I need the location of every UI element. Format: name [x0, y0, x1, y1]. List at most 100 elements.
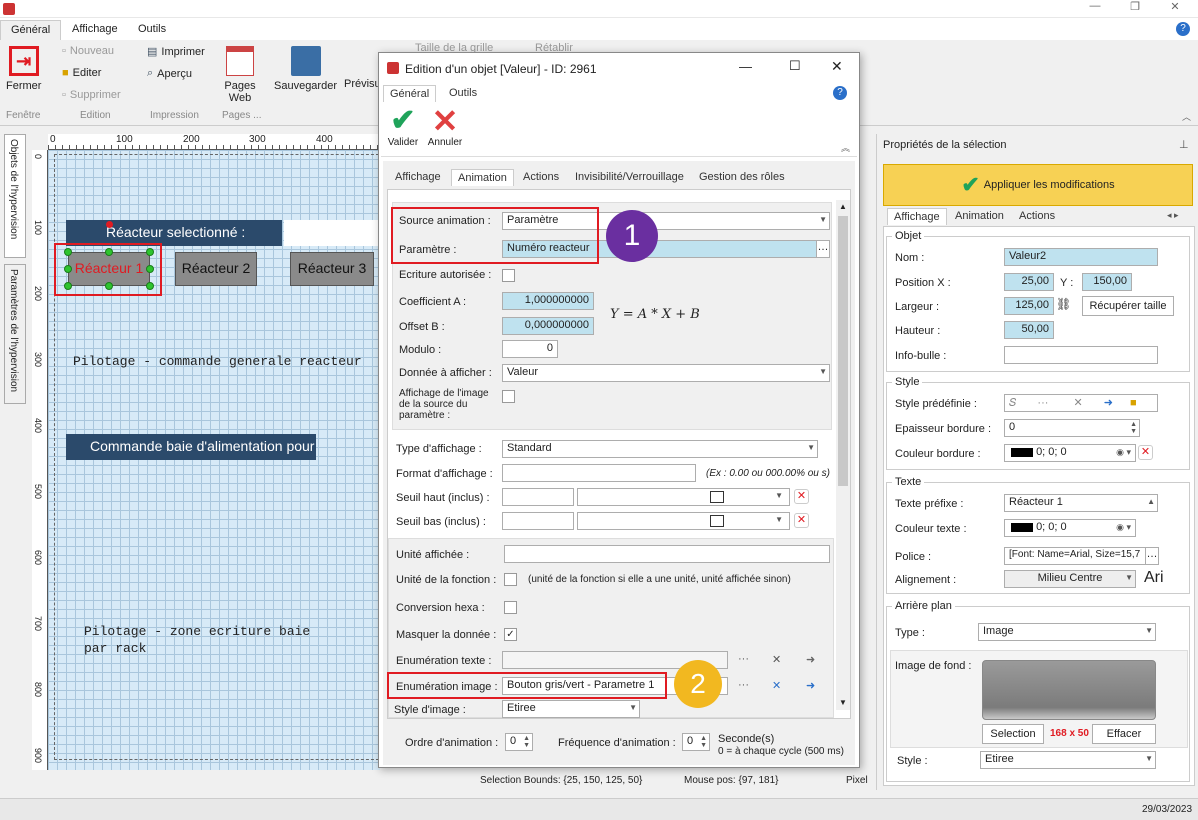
more-icon[interactable]: ··· — [1037, 397, 1048, 409]
y-field[interactable]: 150,00 — [1082, 273, 1132, 291]
hauteur-field[interactable]: 50,00 — [1004, 321, 1054, 339]
ecriture-checkbox[interactable] — [502, 269, 515, 282]
scroll-up-icon[interactable]: ▲ — [839, 202, 847, 211]
conversion-checkbox[interactable] — [504, 601, 517, 614]
maximize-button[interactable]: ❐ — [1120, 0, 1150, 14]
affichage-image-checkbox[interactable] — [502, 390, 515, 403]
folder-icon[interactable]: ■ — [1130, 397, 1137, 409]
couleur-bordure-clear-button[interactable]: ✕ — [1138, 445, 1153, 460]
recuperer-taille-button[interactable]: Récupérer taille — [1082, 296, 1174, 316]
minimize-button[interactable]: — — [1080, 0, 1110, 14]
previsu-button[interactable]: Prévisu — [344, 78, 381, 90]
fermer-button[interactable]: ⇥ Fermer — [6, 46, 41, 92]
seuil-bas-color[interactable]: ▼ — [577, 512, 790, 530]
offset-field[interactable]: 0,000000000 — [502, 317, 594, 335]
apercu-button[interactable]: ⌕ Aperçu — [147, 67, 192, 80]
largeur-field[interactable]: 125,00 — [1004, 297, 1054, 315]
inner-tab-roles[interactable]: Gestion des rôles — [693, 169, 791, 185]
couleur-bordure-field[interactable]: 0; 0; 0 ◉ ▾ — [1004, 444, 1136, 462]
prefixe-field[interactable]: Réacteur 1 ▲ — [1004, 494, 1158, 512]
seuil-haut-field[interactable] — [502, 488, 574, 506]
close-button[interactable]: ✕ — [1160, 0, 1190, 14]
infobulle-field[interactable] — [1004, 346, 1158, 364]
effacer-button[interactable]: Effacer — [1092, 724, 1156, 744]
scroll-thumb[interactable] — [838, 216, 848, 486]
tabs-scroll-icon[interactable]: ◂ ▸ — [1167, 210, 1179, 221]
format-field[interactable] — [502, 464, 696, 482]
dialog-help-icon[interactable]: ? — [833, 86, 847, 100]
posx-field[interactable]: 25,00 — [1004, 273, 1054, 291]
seuil-bas-clear-button[interactable]: ✕ — [794, 513, 809, 528]
link-ratio-icon[interactable]: ⛓ — [1056, 296, 1071, 313]
seuil-bas-field[interactable] — [502, 512, 574, 530]
toolbar-collapse-icon[interactable]: ︽ — [841, 141, 850, 154]
close-icon[interactable]: ✕ — [772, 679, 781, 692]
reactor-2-button[interactable]: Réacteur 2 — [175, 252, 257, 286]
masquer-checkbox[interactable]: ✓ — [504, 628, 517, 641]
reactor-3-button[interactable]: Réacteur 3 — [290, 252, 374, 286]
couleur-texte-field[interactable]: 0; 0; 0 ◉ ▾ — [1004, 519, 1136, 537]
police-browse-button[interactable]: … — [1145, 547, 1159, 565]
unite-affichee-field[interactable] — [504, 545, 830, 563]
inner-tab-affichage[interactable]: Affichage — [389, 169, 447, 185]
arrow-right-icon[interactable]: ➜ — [806, 679, 815, 692]
style-select[interactable]: Etiree ▼ — [980, 751, 1156, 769]
props-tab-actions[interactable]: Actions — [1013, 208, 1061, 224]
police-field[interactable]: [Font: Name=Arial, Size=15,7 — [1004, 547, 1146, 565]
arrow-right-icon[interactable]: ➜ — [1104, 397, 1113, 409]
coef-a-field[interactable]: 1,000000000 — [502, 292, 594, 310]
seuil-haut-color[interactable]: ▼ — [577, 488, 790, 506]
donnee-select[interactable]: Valeur ▼ — [502, 364, 830, 382]
tab-general[interactable]: Général — [0, 20, 62, 40]
inner-tab-animation[interactable]: Animation — [451, 169, 514, 186]
close-icon[interactable]: ✕ — [1073, 397, 1082, 409]
arrow-right-icon[interactable]: ➜ — [806, 653, 815, 666]
pin-icon[interactable]: ⊥ — [1179, 138, 1189, 151]
inner-tab-actions[interactable]: Actions — [517, 169, 565, 185]
props-tab-affichage[interactable]: Affichage — [887, 208, 947, 225]
valider-button[interactable]: ✔ Valider — [385, 105, 421, 149]
pages-web-button[interactable]: Pages Web — [222, 46, 258, 104]
dialog-maximize-button[interactable]: ☐ — [789, 58, 801, 74]
props-tab-animation[interactable]: Animation — [949, 208, 1010, 224]
more-icon[interactable]: ··· — [738, 653, 749, 665]
supprimer-button[interactable]: ▫ Supprimer — [62, 89, 121, 101]
imprimer-button[interactable]: ▤ Imprimer — [147, 45, 205, 59]
nouveau-button[interactable]: ▫ Nouveau — [62, 45, 114, 57]
apply-button[interactable]: ✔ Appliquer les modifications — [883, 164, 1193, 206]
color-picker-icon[interactable]: ◉ ▾ — [1116, 447, 1131, 458]
annuler-button[interactable]: ✕ Annuler — [425, 105, 465, 148]
dialog-close-button[interactable]: ✕ — [831, 58, 843, 75]
unite-fonction-checkbox[interactable] — [504, 573, 517, 586]
alignement-select[interactable]: Milieu Centre ▼ — [1004, 570, 1136, 588]
help-icon[interactable]: ? — [1176, 22, 1190, 36]
modulo-field[interactable]: 0 — [502, 340, 558, 358]
more-icon[interactable]: ··· — [738, 679, 749, 691]
selection-button[interactable]: Selection — [982, 724, 1044, 744]
style-predef-field[interactable]: 𝑆 ··· ✕ ➜ ■ — [1004, 394, 1158, 412]
vtab-parametres[interactable]: Paramètres de l'hypervision — [4, 264, 26, 404]
scroll-down-icon[interactable]: ▼ — [839, 698, 847, 707]
type-select[interactable]: Image ▼ — [978, 623, 1156, 641]
scrollbar[interactable]: ▲ ▼ — [836, 200, 850, 710]
nom-field[interactable]: Valeur2 — [1004, 248, 1158, 266]
editer-button[interactable]: ■ Editer — [62, 67, 101, 79]
color-picker-icon[interactable]: ◉ ▾ — [1116, 522, 1131, 533]
style-image-select[interactable]: Etiree ▼ — [502, 700, 640, 718]
tab-outils[interactable]: Outils — [128, 20, 176, 40]
frequence-stepper[interactable]: 0 ▲ ▼ — [682, 733, 710, 751]
ordre-stepper[interactable]: 0 ▲ ▼ — [505, 733, 533, 751]
type-affichage-select[interactable]: Standard ▼ — [502, 440, 818, 458]
dialog-minimize-button[interactable]: — — [739, 59, 752, 74]
inner-tab-invisibilite[interactable]: Invisibilité/Verrouillage — [569, 169, 690, 185]
background-image-preview[interactable] — [982, 660, 1156, 720]
seuil-haut-clear-button[interactable]: ✕ — [794, 489, 809, 504]
dialog-tab-outils[interactable]: Outils — [443, 85, 483, 101]
dialog-tab-general[interactable]: Général — [383, 85, 437, 102]
ribbon-collapse-icon[interactable]: ︿ — [1182, 110, 1191, 123]
vtab-objets[interactable]: Objets de l'hypervision — [4, 134, 26, 258]
tab-affichage[interactable]: Affichage — [62, 20, 128, 40]
close-icon[interactable]: ✕ — [772, 653, 781, 666]
epaisseur-stepper[interactable]: 0 ▲ ▼ — [1004, 419, 1140, 437]
sauvegarder-button[interactable]: Sauvegarder — [274, 46, 337, 92]
